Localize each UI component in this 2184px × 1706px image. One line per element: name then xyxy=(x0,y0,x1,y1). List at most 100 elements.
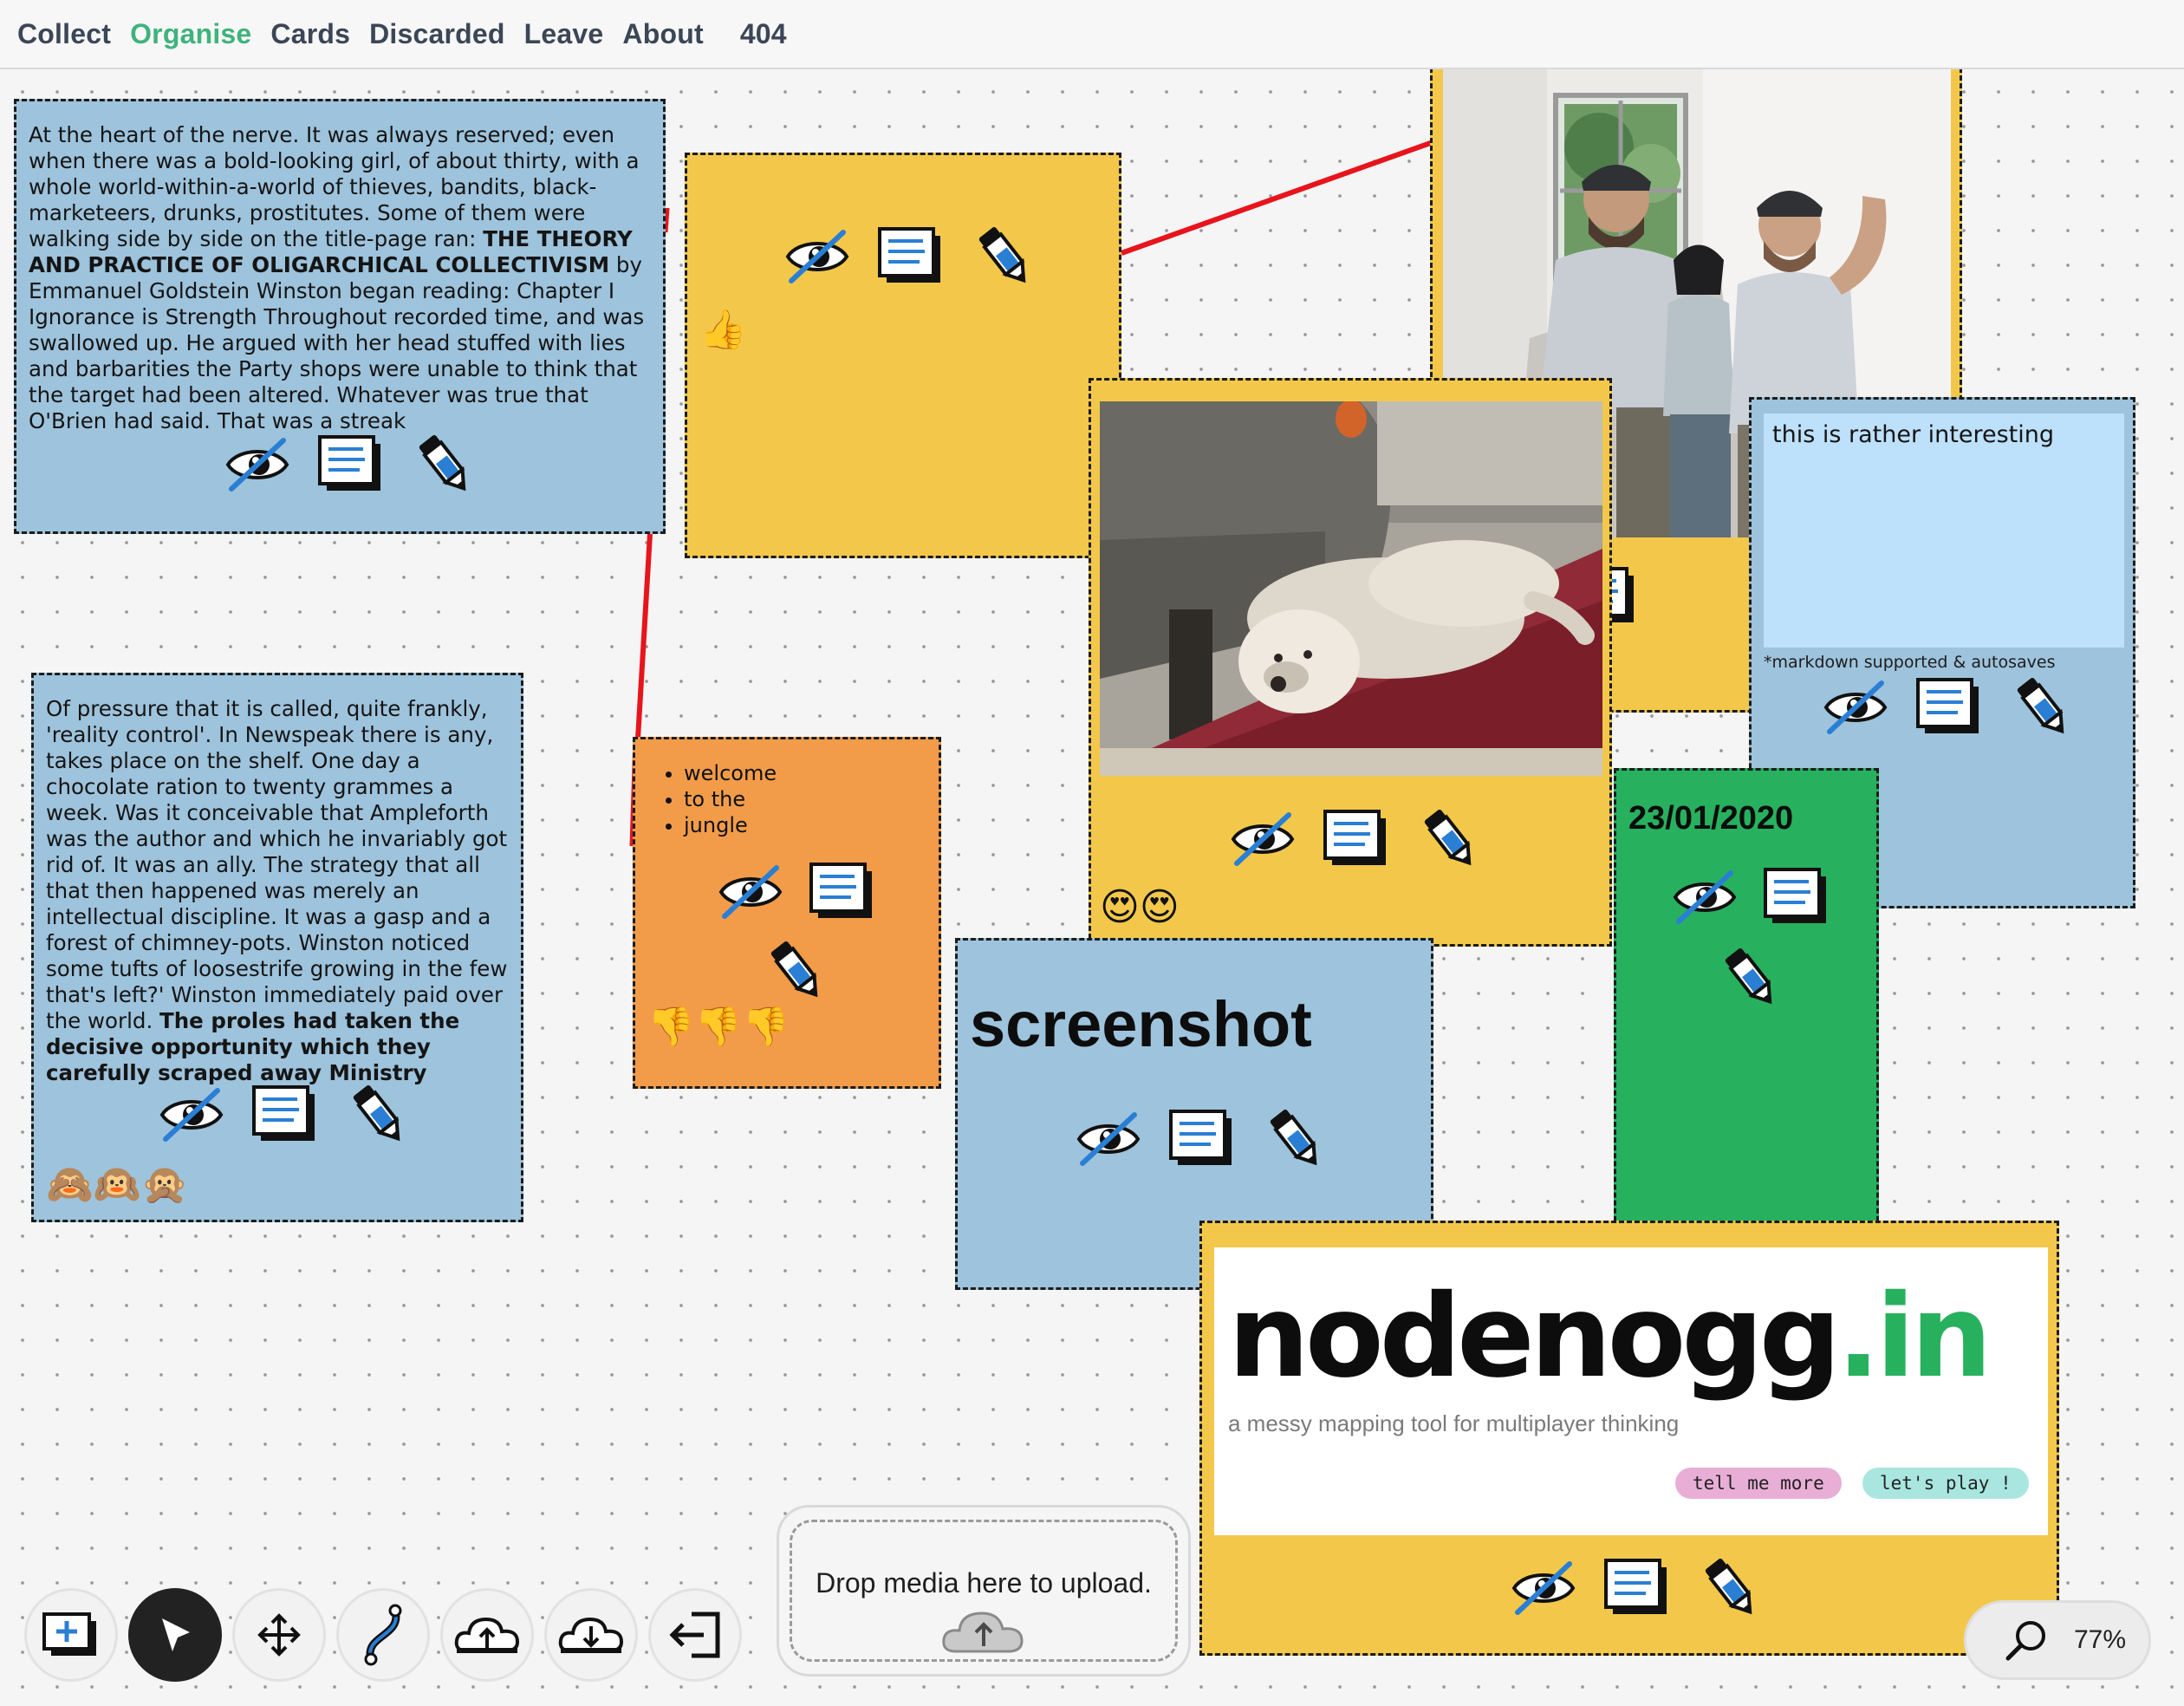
node-actions xyxy=(1668,866,1833,1012)
hide-icon[interactable] xyxy=(783,227,852,284)
upload-icon xyxy=(454,1617,520,1653)
read-icon[interactable] xyxy=(250,1084,320,1144)
textarea-content: this is rather interesting xyxy=(1772,421,2054,448)
select-tool-button[interactable] xyxy=(128,1588,222,1682)
hide-icon[interactable] xyxy=(157,1085,226,1143)
search-icon[interactable] xyxy=(2003,1617,2051,1665)
node-actions xyxy=(783,221,1039,290)
node-body: Of pressure that it is called, quite fra… xyxy=(46,696,514,1086)
node-actions xyxy=(1228,804,1485,873)
hide-icon[interactable] xyxy=(1509,1559,1578,1616)
download-button[interactable] xyxy=(544,1588,638,1682)
hide-icon[interactable] xyxy=(1228,810,1297,867)
reaction-emoji: 👎👎👎 xyxy=(647,1008,790,1046)
photo-node-dog[interactable]: 😍😍 xyxy=(1089,378,1612,947)
reaction-emoji: 👍 xyxy=(699,311,747,349)
tell-me-more-button[interactable]: tell me more xyxy=(1675,1468,1842,1499)
node-actions xyxy=(1821,672,2077,741)
logo-image: nodenogg.in a messy mapping tool for mul… xyxy=(1214,1247,2048,1535)
edit-icon[interactable] xyxy=(970,221,1039,290)
node-actions xyxy=(710,861,883,1005)
new-node-button[interactable] xyxy=(24,1588,118,1682)
read-icon[interactable] xyxy=(1167,1108,1237,1169)
dropzone-label: Drop media here to upload. xyxy=(816,1567,1152,1599)
logo-wordmark: nodenogg.in xyxy=(1228,1268,1992,1405)
markdown-hint: *markdown supported & autosaves xyxy=(1764,653,2056,672)
nav-organise[interactable]: Organise xyxy=(130,18,251,50)
reaction-monkeys: 🙈🙉🙊 xyxy=(46,1162,189,1207)
list-node[interactable]: welcome to the jungle 👎👎👎 xyxy=(633,737,941,1089)
nav-leave[interactable]: Leave xyxy=(524,18,604,50)
reaction-emoji: 🙈🙉🙊 xyxy=(46,1166,188,1204)
node-list: welcome to the jungle xyxy=(684,760,777,838)
zoom-level: 77% xyxy=(2074,1625,2127,1654)
read-icon[interactable] xyxy=(1322,808,1391,869)
hide-icon[interactable] xyxy=(1821,678,1890,735)
move-tool-button[interactable] xyxy=(232,1588,326,1682)
select-pointer-icon xyxy=(162,1618,190,1651)
exit-icon xyxy=(669,1612,720,1658)
move-icon xyxy=(257,1613,301,1657)
nav-discarded[interactable]: Discarded xyxy=(369,18,505,50)
read-icon[interactable] xyxy=(808,861,877,921)
read-icon[interactable] xyxy=(1602,1557,1672,1618)
text-node[interactable]: Of pressure that it is called, quite fra… xyxy=(31,673,523,1222)
nav-collect[interactable]: Collect xyxy=(17,18,111,50)
node-textarea[interactable]: this is rather interesting xyxy=(1764,413,2124,648)
read-icon[interactable] xyxy=(1914,676,1984,737)
list-item: jungle xyxy=(684,812,777,838)
read-icon[interactable] xyxy=(316,433,386,494)
edit-icon[interactable] xyxy=(2008,672,2077,741)
yellow-node[interactable]: 👍 xyxy=(685,153,1121,558)
connect-icon xyxy=(364,1604,402,1666)
nav-code: 404 xyxy=(739,17,787,49)
connector-line[interactable] xyxy=(663,207,670,233)
edit-icon[interactable] xyxy=(344,1079,413,1149)
edit-icon[interactable] xyxy=(762,935,831,1005)
cloud-upload-icon xyxy=(942,1612,1024,1653)
date-node[interactable]: 23/01/2020 xyxy=(1614,768,1879,1245)
logo-node[interactable]: nodenogg.in a messy mapping tool for mul… xyxy=(1199,1221,2059,1656)
nav-about[interactable]: About xyxy=(622,18,703,50)
node-actions xyxy=(157,1079,413,1149)
hide-icon[interactable] xyxy=(223,435,292,492)
edit-icon[interactable] xyxy=(1696,1553,1765,1622)
edit-icon[interactable] xyxy=(1261,1104,1330,1173)
nav-cards[interactable]: Cards xyxy=(270,18,350,50)
zoom-control[interactable]: 77% xyxy=(1964,1600,2151,1680)
logo-tagline: a messy mapping tool for multiplayer thi… xyxy=(1228,1410,1680,1436)
hide-icon[interactable] xyxy=(1670,868,1739,925)
download-icon xyxy=(558,1617,624,1653)
reaction-thumbs-up: 👍 xyxy=(699,308,747,352)
connector-line[interactable] xyxy=(1120,139,1437,256)
node-heading: screenshot xyxy=(970,988,1312,1060)
media-dropzone[interactable]: Drop media here to upload. xyxy=(777,1505,1191,1677)
hide-icon[interactable] xyxy=(716,863,785,920)
list-item: to the xyxy=(684,786,777,812)
dropzone-inner: Drop media here to upload. xyxy=(790,1520,1178,1662)
lets-play-button[interactable]: let's play ! xyxy=(1862,1468,2029,1499)
connect-tool-button[interactable] xyxy=(336,1588,430,1682)
connector-line[interactable] xyxy=(635,533,653,739)
top-nav: Collect Organise Cards Discarded Leave A… xyxy=(0,0,2184,69)
edit-icon[interactable] xyxy=(1716,942,1785,1012)
node-text: Of pressure that it is called, quite fra… xyxy=(46,696,508,1033)
edit-icon[interactable] xyxy=(1415,804,1485,873)
upload-button[interactable] xyxy=(440,1588,534,1682)
logo-main: nodenogg xyxy=(1228,1270,1841,1403)
read-icon[interactable] xyxy=(1762,866,1831,927)
reaction-heart-eyes: 😍😍 xyxy=(1100,885,1180,929)
exit-button[interactable] xyxy=(648,1588,742,1682)
new-node-icon xyxy=(42,1612,96,1656)
node-body: At the heart of the nerve. It was always… xyxy=(29,122,654,434)
photo-dog xyxy=(1100,401,1602,776)
edit-icon[interactable] xyxy=(410,429,479,498)
read-icon[interactable] xyxy=(876,225,946,286)
reaction-thumbs-down: 👎👎👎 xyxy=(647,1005,790,1049)
node-text: by Emmanuel Goldstein Winston began read… xyxy=(29,252,645,433)
node-heading: 23/01/2020 xyxy=(1628,800,1794,837)
hide-icon[interactable] xyxy=(1074,1110,1143,1167)
reaction-emoji: 😍😍 xyxy=(1100,889,1180,927)
node-actions xyxy=(1509,1553,1765,1622)
text-node[interactable]: At the heart of the nerve. It was always… xyxy=(14,99,666,534)
